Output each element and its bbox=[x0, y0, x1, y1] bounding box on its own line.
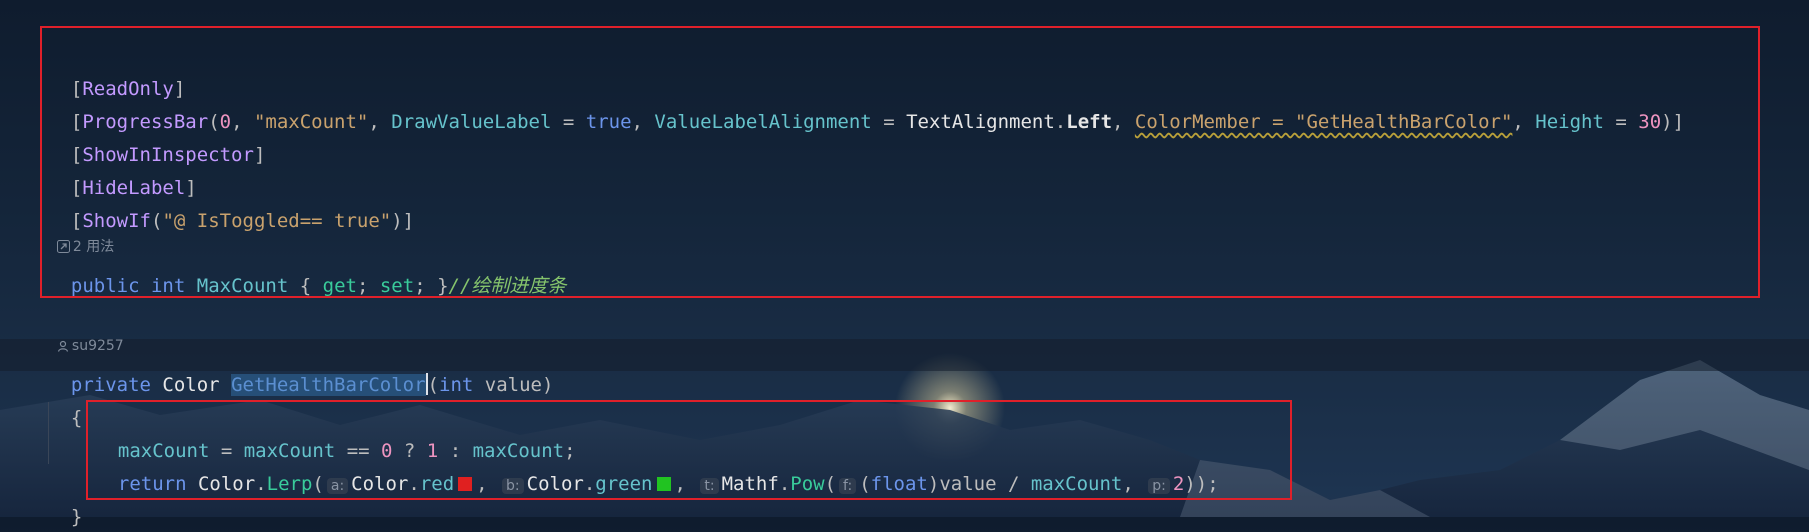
named-arg-colormember: ColorMember = "GetHealthBarColor" bbox=[1134, 111, 1513, 133]
code-line-return-lerp[interactable]: return Color.Lerp(a: Color.red, b: Color.g… bbox=[95, 439, 1219, 495]
author-hint[interactable]: su9257 bbox=[48, 313, 124, 354]
param-hint-f: f: bbox=[839, 478, 857, 494]
named-arg-drawvaluelabel: DrawValueLabel bbox=[391, 111, 552, 133]
enum-textalignment: TextAlignment bbox=[906, 111, 1055, 133]
comma: , bbox=[1112, 111, 1135, 133]
equals: = bbox=[551, 111, 586, 133]
code-line-showininspector[interactable]: [ShowInInspector] bbox=[48, 110, 266, 166]
arg-max-string: "maxCount" bbox=[253, 111, 369, 133]
brace: } bbox=[437, 275, 449, 297]
method-lerp: Lerp bbox=[266, 473, 313, 495]
class-color: Color bbox=[526, 473, 584, 495]
code-line-maxcount-assign[interactable]: maxCount = maxCount == 0 ? 1 : maxCount; bbox=[95, 406, 576, 462]
code-line-open-brace[interactable]: { bbox=[48, 373, 82, 429]
bracket: ] bbox=[253, 144, 266, 166]
param-hint-a: a: bbox=[326, 478, 349, 494]
brace: { bbox=[299, 275, 312, 297]
enum-left: Left bbox=[1066, 111, 1113, 133]
code-line-method-signature[interactable]: private Color GetHealthBarColor (int valu… bbox=[48, 340, 553, 396]
named-arg-height: Height bbox=[1535, 111, 1604, 133]
paren: ( bbox=[150, 210, 163, 232]
comment-progressbar: //绘制进度条 bbox=[448, 275, 567, 297]
close-bracket: )] bbox=[1661, 111, 1685, 133]
param-type-int: int bbox=[439, 374, 474, 396]
param-hint-p: p: bbox=[1148, 478, 1170, 494]
color-green: green bbox=[595, 473, 653, 495]
code-line-showif[interactable]: [ShowIf("@ IsToggled== true")] bbox=[48, 176, 414, 232]
code-line-maxcount-declaration[interactable]: public int MaxCount { get; set; }//绘制进度条 bbox=[48, 241, 567, 297]
named-arg-valuelabelalignment: ValueLabelAlignment bbox=[654, 111, 872, 133]
class-color: Color bbox=[351, 473, 409, 495]
usages-hint[interactable]: 2 用法 bbox=[48, 214, 114, 255]
red-swatch-icon[interactable] bbox=[458, 477, 473, 491]
public-keyword: public bbox=[70, 275, 140, 297]
method-name-selected[interactable]: GetHealthBarColor bbox=[231, 374, 426, 396]
equals: = bbox=[1603, 111, 1639, 133]
code-line-hidelabel[interactable]: [HideLabel] bbox=[48, 143, 197, 199]
private-keyword: private bbox=[70, 374, 151, 396]
param-hint-b: b: bbox=[502, 478, 524, 494]
int-keyword: int bbox=[150, 275, 186, 297]
return-type-color: Color bbox=[162, 374, 220, 396]
indent-guide bbox=[48, 402, 49, 464]
dot: . bbox=[255, 473, 267, 495]
comma: , bbox=[631, 111, 655, 133]
paren: ) bbox=[541, 374, 554, 396]
literal-two: 2 bbox=[1172, 473, 1185, 495]
showif-condition-string: "@ IsToggled== true" bbox=[162, 210, 392, 232]
dot: . bbox=[1054, 111, 1067, 133]
get-accessor: get bbox=[322, 275, 357, 297]
code-line-progressbar[interactable]: [ProgressBar(0, "maxCount", DrawValueLab… bbox=[48, 77, 1684, 133]
var-maxcount: maxCount bbox=[1030, 473, 1123, 495]
brace: } bbox=[70, 506, 83, 528]
green-swatch-icon[interactable] bbox=[656, 477, 671, 491]
equals: = bbox=[871, 111, 907, 133]
brace: { bbox=[70, 407, 83, 429]
var-value: value bbox=[939, 473, 997, 495]
set-accessor: set bbox=[379, 275, 415, 297]
close-paren: )); bbox=[1184, 473, 1219, 495]
close-bracket: )] bbox=[391, 210, 415, 232]
paren: ( bbox=[427, 374, 439, 396]
true-keyword: true bbox=[585, 111, 632, 133]
paren: ( bbox=[312, 473, 324, 495]
code-line-readonly[interactable]: [ReadOnly] bbox=[48, 44, 185, 100]
class-color: Color bbox=[197, 473, 256, 495]
method-pow: Pow bbox=[790, 473, 825, 495]
comma: , bbox=[368, 111, 392, 133]
height-value: 30 bbox=[1638, 111, 1662, 133]
operator: / bbox=[996, 473, 1031, 495]
return-keyword: return bbox=[117, 473, 187, 495]
property-maxcount[interactable]: MaxCount bbox=[197, 275, 289, 297]
comma: , bbox=[1512, 111, 1536, 133]
param-name-value: value bbox=[484, 374, 542, 396]
color-red: red bbox=[419, 473, 455, 495]
float-keyword: float bbox=[870, 473, 928, 495]
param-hint-t: t: bbox=[700, 478, 719, 494]
code-line-close-brace[interactable]: } bbox=[48, 472, 82, 528]
class-mathf: Mathf bbox=[721, 473, 779, 495]
